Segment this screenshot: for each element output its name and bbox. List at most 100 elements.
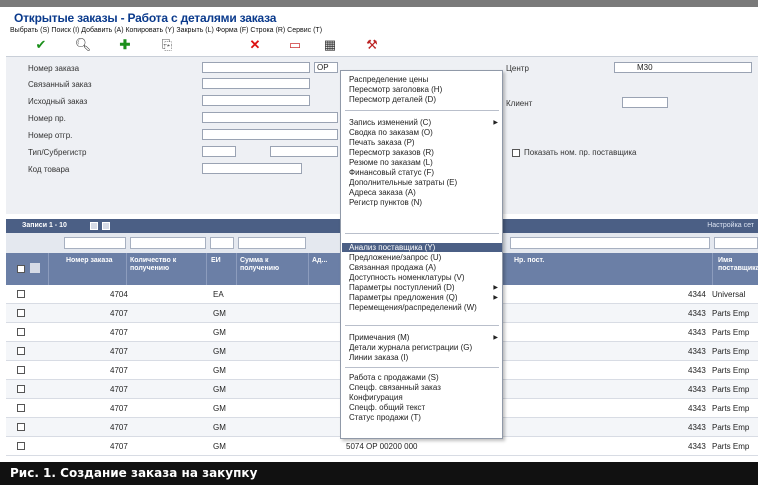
filter-order-no[interactable] <box>64 237 126 249</box>
column-order-no[interactable]: Номер заказа <box>66 257 116 265</box>
show-supplier-no-checkbox[interactable] <box>512 149 520 157</box>
row-checkbox[interactable] <box>17 290 25 298</box>
row-checkbox[interactable] <box>17 347 25 355</box>
menu-bar[interactable]: Выбрать (S) Поиск (I) Добавить (A) Копир… <box>10 27 322 34</box>
copy-icon[interactable]: ⎘ <box>156 36 178 54</box>
menu-item-offer-params[interactable]: Параметры предложения (Q) <box>349 293 458 302</box>
row-supplier-no: 4343 <box>688 309 706 318</box>
row-supplier-name: Parts Emp <box>712 347 750 356</box>
menu-item-configuration[interactable]: Конфигурация <box>349 393 403 402</box>
row-checkbox[interactable] <box>17 366 25 374</box>
column-amount-to-receive[interactable]: Сумма к получению <box>240 257 306 273</box>
menu-item-orders-review[interactable]: Пересмотр заказов (R) <box>349 148 434 157</box>
menu-item-order-addresses[interactable]: Адреса заказа (A) <box>349 188 416 197</box>
row-checkbox[interactable] <box>17 385 25 393</box>
field-label-center: Центр <box>506 64 529 73</box>
submenu-arrow-icon: ▶ <box>493 285 498 291</box>
row-uom: GM <box>213 328 226 337</box>
menu-item-orders-resume[interactable]: Резюме по заказам (L) <box>349 158 433 167</box>
menu-item-sale-status[interactable]: Статус продажи (T) <box>349 413 421 422</box>
row-grid-icon[interactable]: ▦ <box>319 36 341 54</box>
column-supplier-name[interactable]: Имя поставщика <box>718 257 758 273</box>
menu-item-notes[interactable]: Примечания (M) <box>349 333 409 342</box>
column-supplier-no[interactable]: Нр. пост. <box>514 257 574 265</box>
submenu-arrow-icon: ▶ <box>493 295 498 301</box>
menu-separator <box>345 110 499 111</box>
row-order-no: 4707 <box>110 366 128 375</box>
application-window: Открытые заказы - Работа с деталями зака… <box>6 7 758 462</box>
column-qty-to-receive[interactable]: Количество к получению <box>130 257 204 273</box>
filter-uom[interactable] <box>210 237 234 249</box>
grid-close-icon[interactable] <box>102 222 110 230</box>
menu-item-log-details[interactable]: Детали журнала регистрации (G) <box>349 343 472 352</box>
row-order-no: 4704 <box>110 290 128 299</box>
filter-supplier-no[interactable] <box>510 237 710 249</box>
menu-item-item-register[interactable]: Регистр пунктов (N) <box>349 198 422 207</box>
menu-item-order-lines[interactable]: Линии заказа (I) <box>349 353 408 362</box>
menu-item-spec-linked-order[interactable]: Спецф. связанный заказ <box>349 383 441 392</box>
row-checkbox[interactable] <box>17 423 25 431</box>
menu-item-sales-work[interactable]: Работа с продажами (S) <box>349 373 439 382</box>
row-supplier-no: 4343 <box>688 404 706 413</box>
type-input[interactable] <box>202 146 236 157</box>
select-all-checkbox[interactable] <box>17 265 25 273</box>
shipment-no-input[interactable] <box>202 129 338 140</box>
source-order-input[interactable] <box>202 95 310 106</box>
row-order-no: 4707 <box>110 385 128 394</box>
menu-item-financial-status[interactable]: Финансовый статус (F) <box>349 168 434 177</box>
field-label-source-order: Исходный заказ <box>28 97 88 106</box>
menu-item-detail-review[interactable]: Пересмотр деталей (D) <box>349 95 436 104</box>
menu-item-change-log[interactable]: Запись изменений (C) <box>349 118 431 127</box>
subregister-input[interactable] <box>270 146 338 157</box>
table-row[interactable]: 4707 GM 5074 OP 00200 000 4343 Parts Emp <box>6 437 758 456</box>
window-title: Открытые заказы - Работа с деталями зака… <box>14 11 277 25</box>
menu-item-print-order[interactable]: Печать заказа (P) <box>349 138 415 147</box>
tools-icon[interactable]: ⚒ <box>361 36 383 54</box>
close-x-icon[interactable]: ✕ <box>244 36 266 54</box>
row-supplier-name: Parts Emp <box>712 328 750 337</box>
item-code-input[interactable] <box>202 163 302 174</box>
menu-item-order-summary[interactable]: Сводка по заказам (O) <box>349 128 433 137</box>
field-label-client: Клиент <box>506 99 533 108</box>
filter-supplier-name[interactable] <box>714 237 758 249</box>
menu-item-supplier-analysis[interactable]: Анализ поставщика (Y) <box>342 243 502 252</box>
submenu-arrow-icon: ▶ <box>493 120 498 126</box>
row-checkbox[interactable] <box>17 404 25 412</box>
select-check-icon[interactable]: ✔ <box>30 36 52 54</box>
menu-separator <box>345 325 499 326</box>
form-icon[interactable]: ▭ <box>284 36 306 54</box>
menu-item-item-availability[interactable]: Доступность номенклатуры (V) <box>349 273 464 282</box>
order-no-input[interactable] <box>202 62 310 73</box>
row-checkbox[interactable] <box>17 328 25 336</box>
row-uom: GM <box>213 404 226 413</box>
row-order-no: 4707 <box>110 423 128 432</box>
menu-item-offer-request[interactable]: Предложение/запрос (U) <box>349 253 441 262</box>
grid-setup-link[interactable]: Настройка сет <box>707 222 754 229</box>
add-icon[interactable]: ✚ <box>114 36 136 54</box>
grid-export-icon[interactable] <box>90 222 98 230</box>
receipt-no-input[interactable] <box>202 112 338 123</box>
client-input[interactable] <box>622 97 668 108</box>
row-order-no: 4707 <box>110 328 128 337</box>
menu-item-header-review[interactable]: Пересмотр заголовка (H) <box>349 85 442 94</box>
row-order-no: 4707 <box>110 347 128 356</box>
linked-order-input[interactable] <box>202 78 310 89</box>
filter-qty[interactable] <box>130 237 206 249</box>
row-supplier-name: Parts Emp <box>712 385 750 394</box>
row-checkbox[interactable] <box>17 309 25 317</box>
menu-item-transfers[interactable]: Перемещения/распределений (W) <box>349 303 477 312</box>
order-type-input[interactable]: ОР <box>314 62 338 73</box>
menu-item-price-distribution[interactable]: Распределение цены <box>349 75 428 84</box>
row-checkbox[interactable] <box>17 442 25 450</box>
column-uom[interactable]: ЕИ <box>211 257 233 265</box>
center-input[interactable]: M30 <box>614 62 752 73</box>
field-label-linked-order: Связанный заказ <box>28 80 92 89</box>
field-label-item-code: Код товара <box>28 165 70 174</box>
filter-amount[interactable] <box>238 237 306 249</box>
column-address[interactable]: Ад... <box>312 257 336 265</box>
menu-item-extra-costs[interactable]: Дополнительные затраты (E) <box>349 178 457 187</box>
menu-item-receipt-params[interactable]: Параметры поступлений (D) <box>349 283 455 292</box>
search-icon[interactable]: 🔍︎ <box>72 36 94 54</box>
menu-item-spec-general-text[interactable]: Спецф. общий текст <box>349 403 425 412</box>
menu-item-linked-sale[interactable]: Связанная продажа (A) <box>349 263 436 272</box>
